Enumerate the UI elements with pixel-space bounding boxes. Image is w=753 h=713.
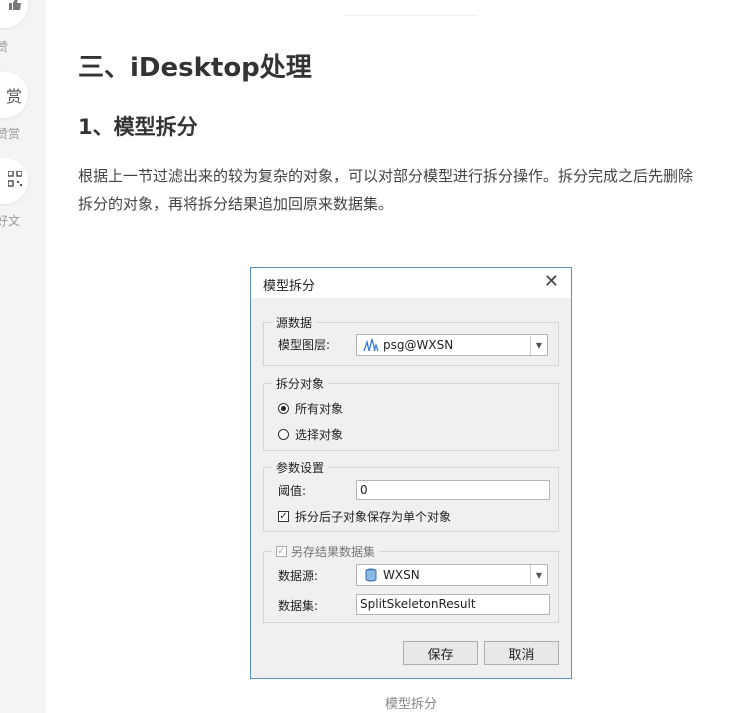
radio-selected-objects-label: 选择对象: [295, 428, 344, 442]
paragraph-line-1: 根据上一节过滤出来的较为复杂的对象，可以对部分模型进行拆分操作。拆分完成之后先删…: [78, 167, 694, 185]
model-layer-label: 模型图层:: [278, 338, 331, 352]
thumbs-up-icon: [8, 0, 22, 15]
save-result-legend[interactable]: ✓ 另存结果数据集: [272, 543, 380, 560]
dataset-input[interactable]: SplitSkeletonResult: [356, 594, 550, 615]
top-divider: [344, 15, 477, 16]
save-result-checkbox-icon[interactable]: ✓: [276, 546, 287, 557]
sub-heading: 1、模型拆分: [78, 115, 198, 139]
cancel-button[interactable]: 取消: [484, 641, 559, 665]
save-single-checkbox-row[interactable]: ✓ 拆分后子对象保存为单个对象: [278, 508, 451, 525]
close-icon[interactable]: ✕: [544, 271, 559, 292]
source-data-legend: 源数据: [272, 314, 317, 331]
datasource-value: WXSN: [383, 568, 420, 582]
dialog-titlebar: 模型拆分 ✕: [251, 268, 571, 298]
model-layer-value: psg@WXSN: [383, 338, 454, 352]
chevron-down-icon[interactable]: ▼: [530, 335, 547, 355]
chevron-down-icon[interactable]: ▼: [530, 565, 547, 585]
threshold-label: 阈值:: [278, 484, 307, 498]
model-layer-icon: [363, 338, 379, 352]
like-button[interactable]: [0, 0, 28, 28]
article-paragraph: 根据上一节过滤出来的较为复杂的对象，可以对部分模型进行拆分操作。拆分完成之后先删…: [78, 162, 753, 218]
checkbox-checked-icon[interactable]: ✓: [278, 511, 289, 522]
save-button[interactable]: 保存: [403, 641, 478, 665]
datasource-select[interactable]: WXSN ▼: [356, 564, 548, 586]
radio-selected-objects[interactable]: 选择对象: [278, 426, 343, 443]
threshold-input[interactable]: 0: [356, 480, 550, 500]
radio-unselected-icon[interactable]: [278, 429, 289, 440]
split-target-group: 拆分对象 所有对象 选择对象: [263, 375, 559, 451]
datasource-label: 数据源:: [278, 569, 319, 583]
qr-code-icon: [7, 170, 23, 191]
left-action-rail: 赞 赏 赞赏 好文: [0, 0, 46, 713]
dataset-label: 数据集:: [278, 599, 319, 613]
radio-all-objects[interactable]: 所有对象: [278, 400, 343, 417]
parameter-legend: 参数设置: [272, 459, 329, 476]
split-target-legend: 拆分对象: [272, 375, 329, 392]
figure-caption: 模型拆分: [385, 697, 438, 712]
save-result-legend-text: 另存结果数据集: [291, 545, 376, 559]
share-label: 好文: [0, 214, 21, 228]
radio-selected-icon[interactable]: [278, 403, 289, 414]
reward-label: 赞赏: [0, 127, 21, 141]
database-icon: [363, 568, 379, 582]
save-result-group: ✓ 另存结果数据集 数据源: WXSN ▼ 数据集: SplitSkeleton…: [263, 543, 559, 623]
top-dots: · ··: [388, 0, 403, 4]
model-layer-select[interactable]: psg@WXSN ▼: [356, 334, 548, 356]
save-single-label: 拆分后子对象保存为单个对象: [295, 510, 452, 524]
dialog-title: 模型拆分: [263, 279, 316, 294]
reward-icon: 赏: [5, 87, 22, 106]
radio-all-objects-label: 所有对象: [295, 402, 344, 416]
reward-button[interactable]: 赏: [0, 72, 28, 118]
like-label: 赞: [0, 40, 9, 54]
source-data-group: 源数据 模型图层: psg@WXSN ▼: [263, 314, 559, 366]
parameter-group: 参数设置 阈值: 0 ✓ 拆分后子对象保存为单个对象: [263, 459, 559, 532]
section-heading: 三、iDesktop处理: [78, 53, 312, 83]
paragraph-line-2: 拆分的对象，再将拆分结果追加回原来数据集。: [78, 195, 394, 213]
share-button[interactable]: [0, 158, 28, 204]
model-split-dialog: 模型拆分 ✕ 源数据 模型图层: psg@WXSN ▼ 拆分对象 所有对象 选择…: [250, 267, 572, 679]
